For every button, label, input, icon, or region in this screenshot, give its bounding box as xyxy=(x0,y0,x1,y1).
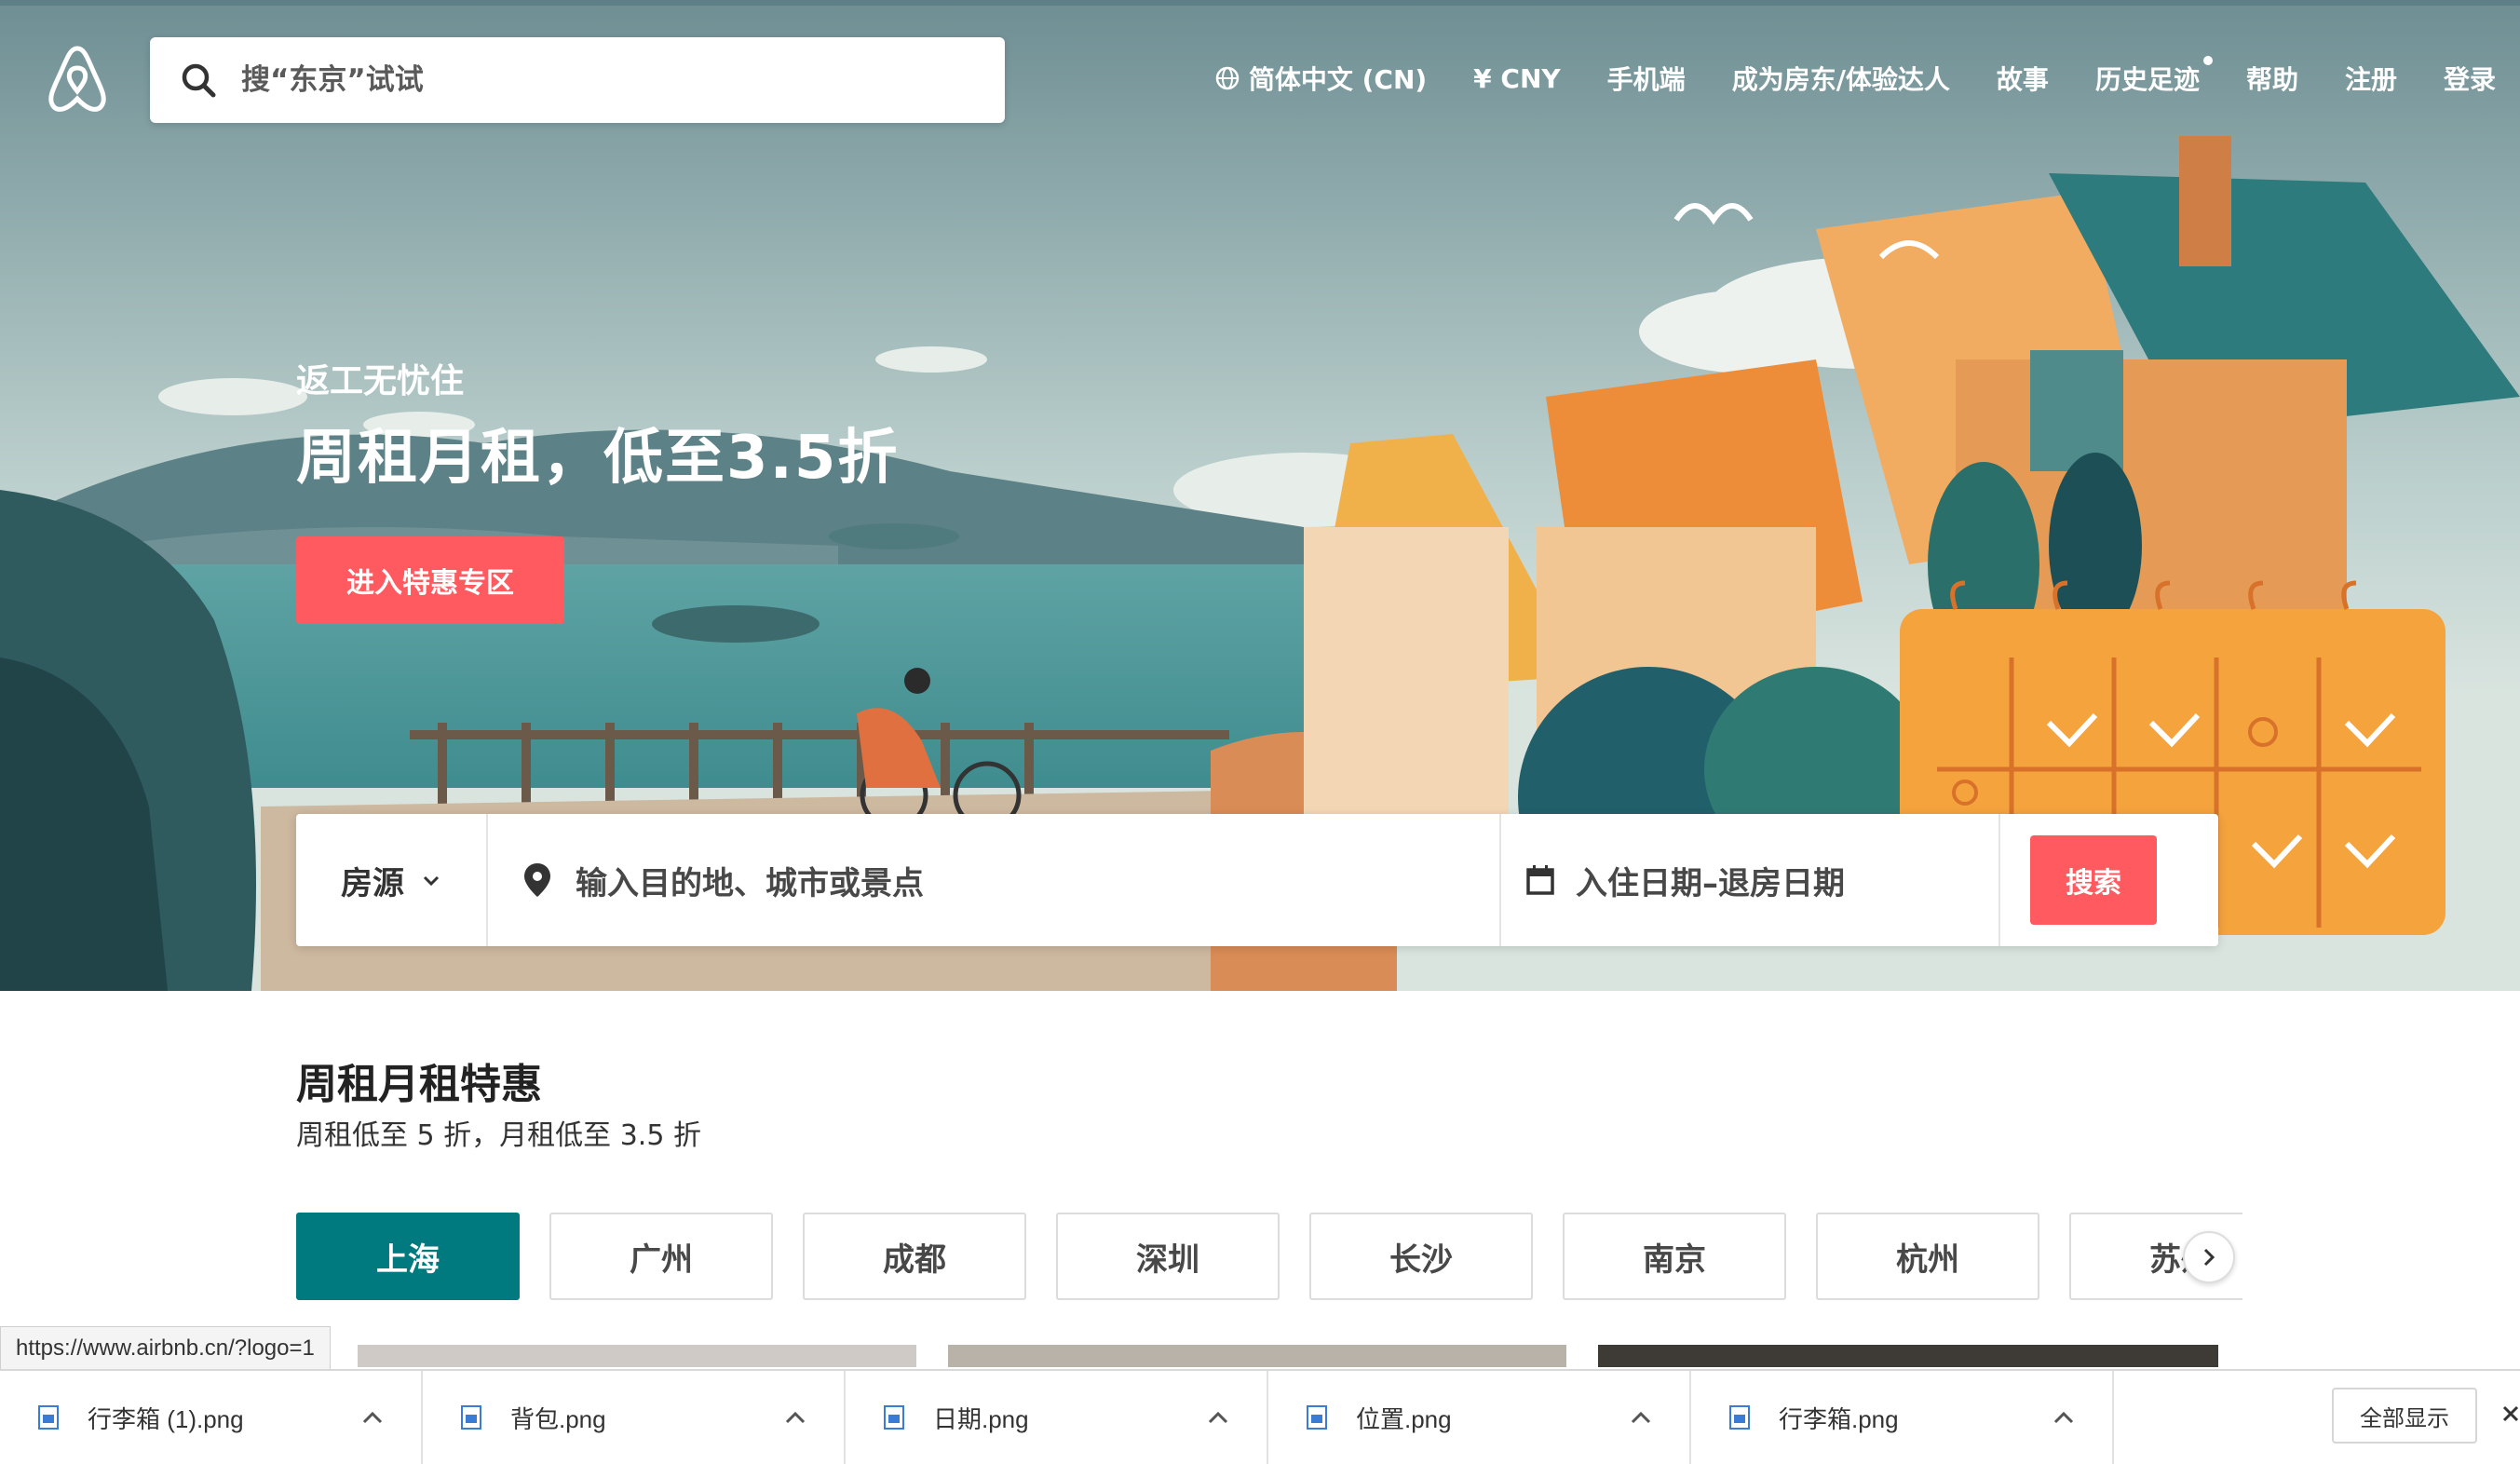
date-placeholder: 入住日期–退房日期 xyxy=(1576,864,1845,902)
calendar-icon xyxy=(1526,865,1554,895)
date-range-field[interactable]: 入住日期–退房日期 xyxy=(1501,814,2000,946)
city-tab-shenzhen[interactable]: 深圳 xyxy=(1056,1213,1280,1300)
chevron-right-icon xyxy=(2203,1248,2215,1267)
download-item[interactable]: 背包.png xyxy=(423,1371,846,1464)
hero-title: 周租月租，低至3.5折 xyxy=(296,424,900,493)
city-tab-nanjing[interactable]: 南京 xyxy=(1563,1213,1786,1300)
listing-card[interactable] xyxy=(1598,1345,2218,1367)
chevron-up-icon[interactable] xyxy=(2053,1411,2075,1424)
airbnb-logo-icon[interactable] xyxy=(45,45,110,115)
nav-history-label: 历史足迹 xyxy=(2094,64,2200,95)
notification-dot xyxy=(2202,56,2213,65)
download-filename: 行李箱 (1).png xyxy=(88,1404,244,1433)
chevron-up-icon[interactable] xyxy=(361,1411,384,1424)
city-tab-guangzhou[interactable]: 广州 xyxy=(549,1213,773,1300)
destination-placeholder: 输入目的地、城市或景点 xyxy=(576,864,924,902)
search-icon xyxy=(182,63,216,98)
download-filename: 背包.png xyxy=(510,1404,606,1433)
image-file-icon xyxy=(1307,1405,1327,1430)
image-file-icon xyxy=(461,1405,481,1430)
image-file-icon xyxy=(884,1405,904,1430)
download-filename: 行李箱.png xyxy=(1779,1404,1899,1433)
section-subtitle: 周租低至 5 折，月租低至 3.5 折 xyxy=(296,1119,701,1152)
nav-become-host[interactable]: 成为房东/体验达人 xyxy=(1732,60,1950,97)
hero-subtitle: 返工无忧住 xyxy=(296,362,465,400)
nav-stories[interactable]: 故事 xyxy=(1997,60,2049,97)
nav-currency[interactable]: ¥ CNY xyxy=(1473,63,1561,94)
listing-type-dropdown[interactable]: 房源 xyxy=(296,814,488,946)
download-filename: 日期.png xyxy=(933,1404,1029,1433)
download-item[interactable]: 位置.png xyxy=(1268,1371,1691,1464)
city-tab-shanghai[interactable]: 上海 xyxy=(296,1213,520,1300)
listing-cards-peek xyxy=(0,1345,2520,1367)
chevron-up-icon[interactable] xyxy=(1207,1411,1229,1424)
promo-button[interactable]: 进入特惠专区 xyxy=(296,536,564,624)
main-search-bar: 房源 输入目的地、城市或景点 入住日期–退房日期 搜索 xyxy=(296,814,2218,946)
download-filename: 位置.png xyxy=(1356,1404,1452,1433)
next-arrow-button[interactable] xyxy=(2183,1231,2235,1283)
city-tab-hangzhou[interactable]: 杭州 xyxy=(1816,1213,2039,1300)
nav-language-label: 简体中文 (CN) xyxy=(1248,64,1428,95)
nav-language[interactable]: 简体中文 (CN) xyxy=(1215,60,1427,97)
show-all-button[interactable]: 全部显示 xyxy=(2332,1388,2477,1444)
chevron-down-icon xyxy=(423,875,440,887)
download-item[interactable]: 行李箱.png xyxy=(1691,1371,2114,1464)
nav-history[interactable]: 历史足迹 xyxy=(2094,56,2213,97)
header-search-box[interactable] xyxy=(150,37,1005,123)
city-tab-chengdu[interactable]: 成都 xyxy=(803,1213,1026,1300)
listing-card[interactable] xyxy=(948,1345,1566,1367)
chevron-up-icon[interactable] xyxy=(1630,1411,1652,1424)
listing-card[interactable] xyxy=(358,1345,916,1367)
nav-login[interactable]: 登录 xyxy=(2444,60,2496,97)
listing-type-label: 房源 xyxy=(341,864,404,902)
nav-help[interactable]: 帮助 xyxy=(2246,60,2298,97)
destination-field[interactable]: 输入目的地、城市或景点 xyxy=(488,814,1501,946)
close-icon[interactable] xyxy=(2501,1403,2520,1425)
image-file-icon xyxy=(1729,1405,1750,1430)
download-item[interactable]: 行李箱 (1).png xyxy=(0,1371,423,1464)
top-nav: 简体中文 (CN) ¥ CNY 手机端 成为房东/体验达人 故事 历史足迹 帮助… xyxy=(1169,56,2496,97)
download-bar: 行李箱 (1).png 背包.png 日期.png 位置.png 行李箱.png xyxy=(0,1369,2520,1464)
location-pin-icon xyxy=(524,863,550,897)
section-title: 周租月租特惠 xyxy=(296,1061,542,1108)
status-bar-url: https://www.airbnb.cn/?logo=1 xyxy=(0,1326,331,1371)
globe-icon xyxy=(1215,66,1240,90)
city-tab-changsha[interactable]: 长沙 xyxy=(1309,1213,1533,1300)
download-item[interactable]: 日期.png xyxy=(846,1371,1268,1464)
chevron-up-icon[interactable] xyxy=(784,1411,806,1424)
image-file-icon xyxy=(38,1405,59,1430)
search-button[interactable]: 搜索 xyxy=(2030,835,2157,925)
city-tabs: 上海 广州 成都 深圳 长沙 南京 杭州 苏州 xyxy=(296,1213,2242,1302)
header-search-input[interactable] xyxy=(239,62,969,98)
nav-signup[interactable]: 注册 xyxy=(2345,60,2397,97)
nav-mobile[interactable]: 手机端 xyxy=(1607,60,1686,97)
